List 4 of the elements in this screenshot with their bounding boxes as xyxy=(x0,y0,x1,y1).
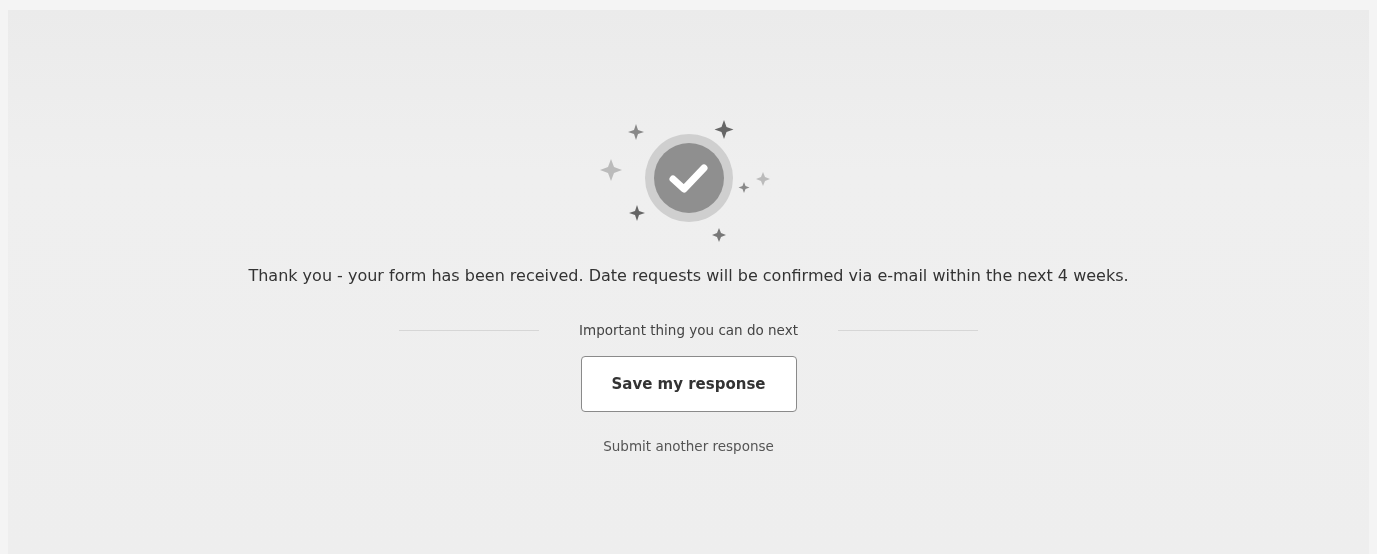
next-steps-heading: Important thing you can do next xyxy=(579,321,798,340)
confirmation-message: Thank you - your form has been received. Date requests will be confirmed via e-mail within the next 4 weeks. xyxy=(248,265,1129,287)
submit-another-link[interactable]: Submit another response xyxy=(603,436,774,457)
save-response-button[interactable]: Save my response xyxy=(580,356,797,413)
